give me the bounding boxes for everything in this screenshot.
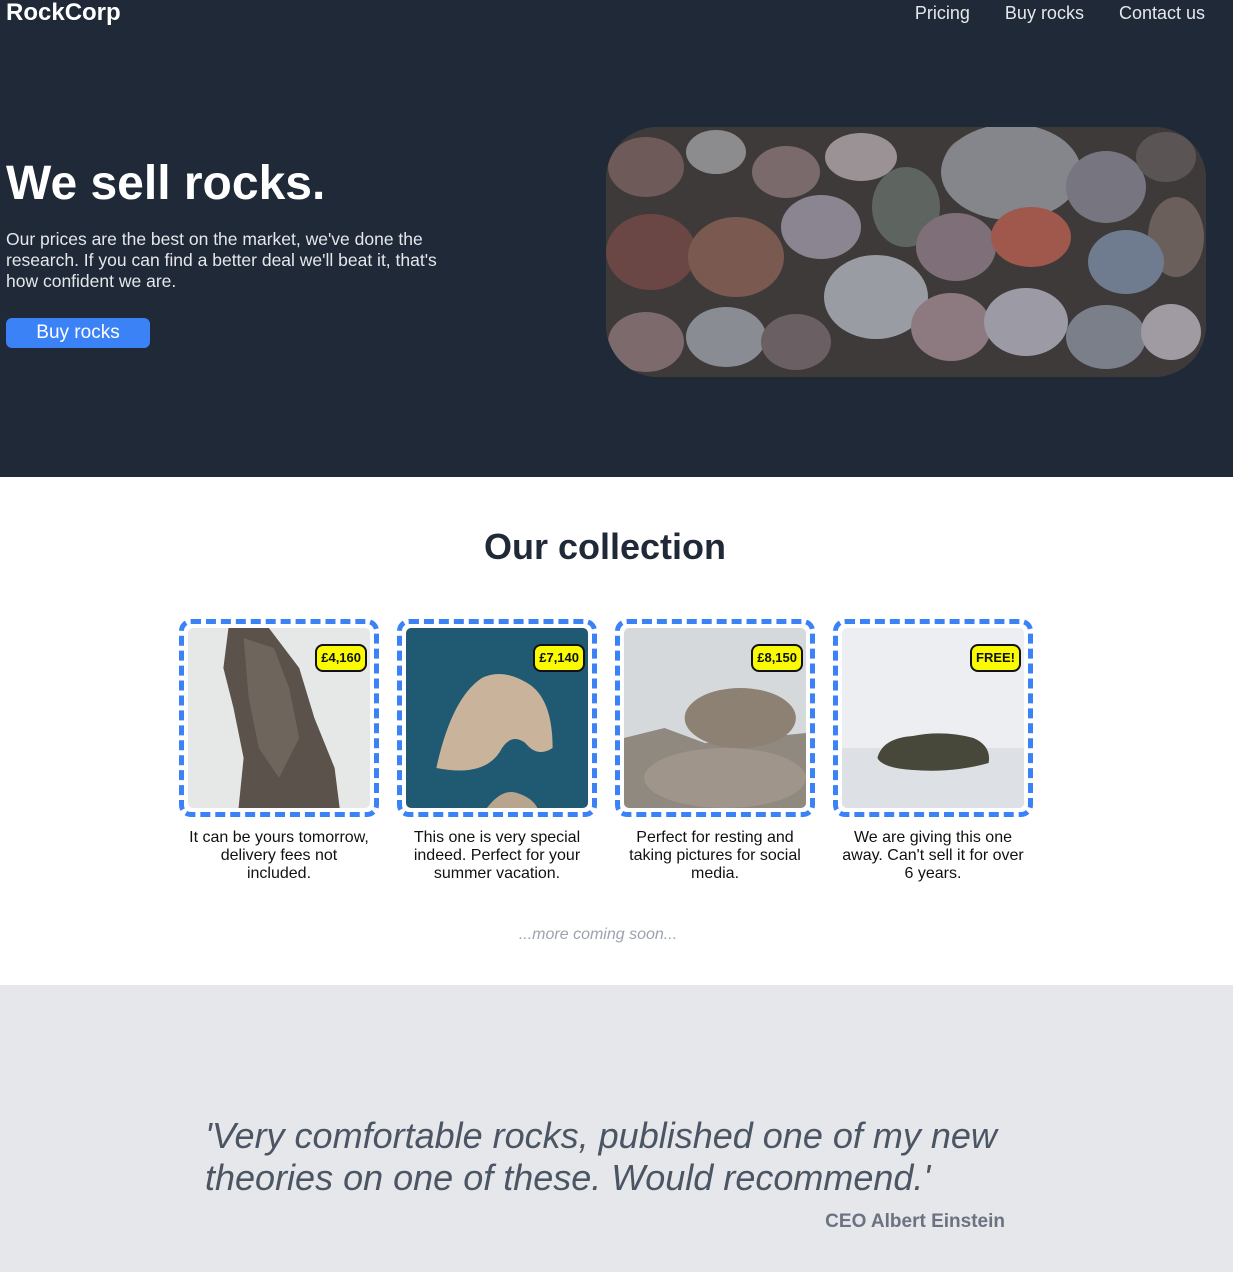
nav-link-buy-rocks[interactable]: Buy rocks bbox=[1005, 0, 1084, 26]
product-card[interactable]: £4,160 It can be yours tomorrow, deliver… bbox=[179, 619, 379, 883]
product-description: Perfect for resting and taking pictures … bbox=[629, 829, 801, 882]
price-badge: £8,150 bbox=[751, 644, 803, 672]
product-description: This one is very special indeed. Perfect… bbox=[413, 829, 581, 882]
price-badge: £7,140 bbox=[533, 644, 585, 672]
buy-rocks-button[interactable]: Buy rocks bbox=[6, 318, 150, 348]
product-card-frame[interactable]: £8,150 bbox=[615, 619, 815, 817]
testimonial-section: 'Very comfortable rocks, published one o… bbox=[0, 985, 1233, 1272]
hero-title: We sell rocks. bbox=[6, 157, 326, 210]
more-coming-soon: ...more coming soon... bbox=[518, 926, 678, 943]
product-description: It can be yours tomorrow, delivery fees … bbox=[189, 829, 369, 882]
nav-link-contact-us[interactable]: Contact us bbox=[1119, 0, 1205, 26]
testimonial-author: CEO Albert Einstein bbox=[825, 1211, 1005, 1232]
product-card[interactable]: £8,150 Perfect for resting and taking pi… bbox=[615, 619, 815, 883]
product-card-frame[interactable]: £4,160 bbox=[179, 619, 379, 817]
nav-link-pricing[interactable]: Pricing bbox=[915, 0, 970, 26]
price-badge: £4,160 bbox=[315, 644, 367, 672]
price-badge: FREE! bbox=[970, 644, 1021, 672]
hero-section: RockCorp Pricing Buy rocks Contact us We… bbox=[0, 0, 1233, 477]
testimonial-quote: 'Very comfortable rocks, published one o… bbox=[205, 1115, 997, 1198]
product-card[interactable]: FREE! We are giving this one away. Can't… bbox=[833, 619, 1033, 883]
hero-text: Our prices are the best on the market, w… bbox=[6, 229, 437, 291]
product-card-frame[interactable]: £7,140 bbox=[397, 619, 597, 817]
brand-logo[interactable]: RockCorp bbox=[6, 0, 121, 26]
collection-title: Our collection bbox=[483, 526, 727, 567]
product-description: We are giving this one away. Can't sell … bbox=[842, 829, 1024, 882]
product-card[interactable]: £7,140 This one is very special indeed. … bbox=[397, 619, 597, 883]
hero-pebbles-image bbox=[606, 127, 1206, 377]
product-card-frame[interactable]: FREE! bbox=[833, 619, 1033, 817]
main-nav: Pricing Buy rocks Contact us bbox=[915, 0, 1205, 26]
